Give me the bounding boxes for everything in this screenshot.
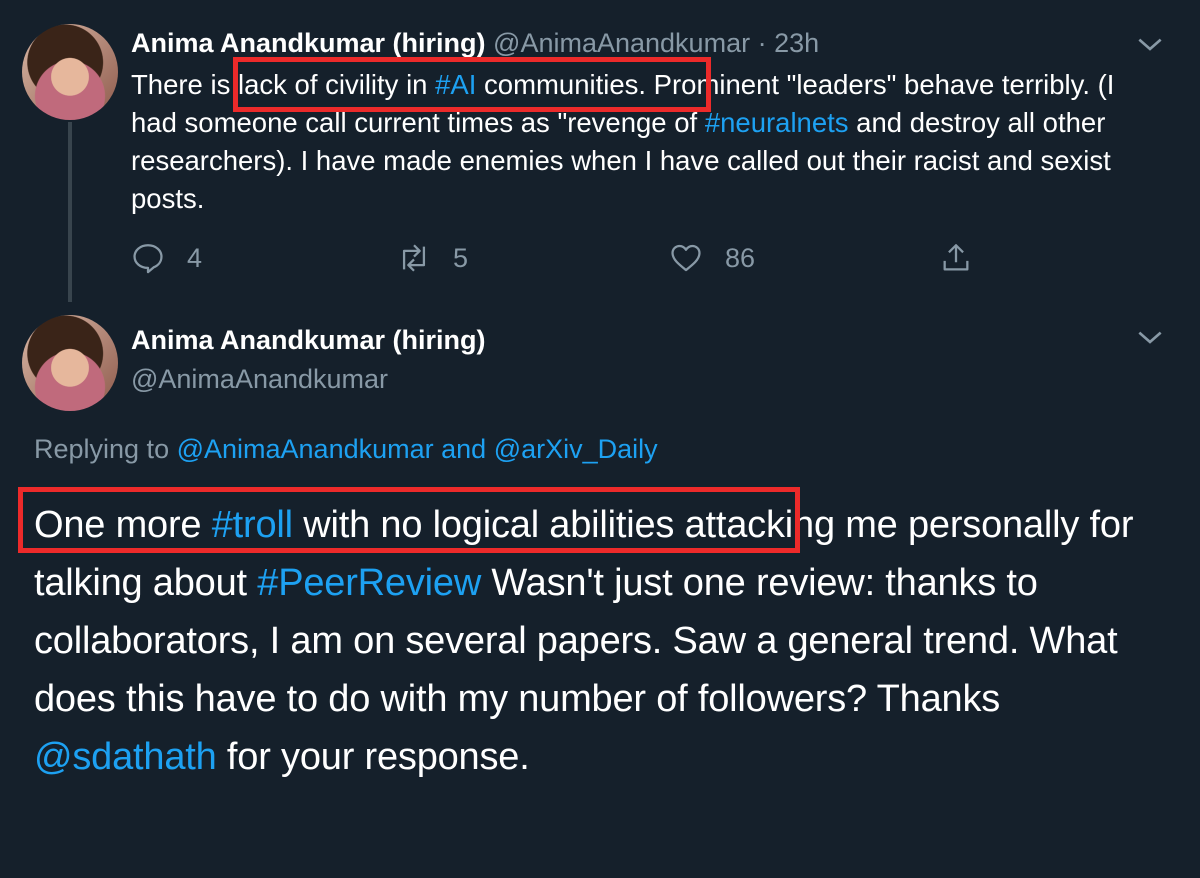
tweet-text-segment: There is xyxy=(131,69,238,100)
thread-line xyxy=(68,122,72,302)
tweet-time[interactable]: 23h xyxy=(774,28,819,58)
replying-to: Replying to @AnimaAnandkumar and @arXiv_… xyxy=(34,434,658,465)
replying-prefix: Replying to xyxy=(34,434,177,464)
highlight-box-troll xyxy=(18,487,800,553)
hashtag-link[interactable]: #PeerReview xyxy=(257,562,481,604)
tweet-actions: 4 5 86 xyxy=(131,236,991,280)
replying-and: and xyxy=(433,434,494,464)
share-button[interactable] xyxy=(939,236,973,280)
reply-count: 4 xyxy=(187,242,203,273)
retweet-button[interactable]: 5 xyxy=(397,236,468,280)
author-handle[interactable]: @AnimaAnandkumar xyxy=(131,364,388,395)
reply-mention-1[interactable]: @AnimaAnandkumar xyxy=(177,434,434,464)
tweet-parent[interactable]: Anima Anandkumar (hiring) @AnimaAnandkum… xyxy=(0,0,1200,310)
like-icon xyxy=(671,244,701,272)
retweet-icon xyxy=(402,244,426,272)
hashtag-link[interactable]: @sdathath xyxy=(34,736,217,778)
highlight-box-civility xyxy=(233,57,711,112)
reply-button[interactable]: 4 xyxy=(131,236,202,280)
share-icon xyxy=(943,244,969,271)
avatar[interactable] xyxy=(22,315,118,411)
reply-icon xyxy=(133,244,163,274)
author-name[interactable]: Anima Anandkumar (hiring) xyxy=(131,325,486,356)
author-handle[interactable]: @AnimaAnandkumar xyxy=(493,28,750,58)
tweet-header: Anima Anandkumar (hiring) @AnimaAnandkum… xyxy=(131,28,819,59)
like-button[interactable]: 86 xyxy=(669,236,755,280)
author-name[interactable]: Anima Anandkumar (hiring) xyxy=(131,28,486,58)
tweet-text-segment: for your response. xyxy=(216,736,530,778)
avatar[interactable] xyxy=(22,24,118,120)
chevron-down-icon[interactable] xyxy=(1134,29,1166,61)
chevron-down-icon[interactable] xyxy=(1134,322,1166,354)
reply-mention-2[interactable]: @arXiv_Daily xyxy=(494,434,658,464)
retweet-count: 5 xyxy=(453,242,469,273)
header-separator: · xyxy=(757,28,767,58)
hashtag-link[interactable]: #neuralnets xyxy=(705,107,849,138)
like-count: 86 xyxy=(725,242,756,273)
